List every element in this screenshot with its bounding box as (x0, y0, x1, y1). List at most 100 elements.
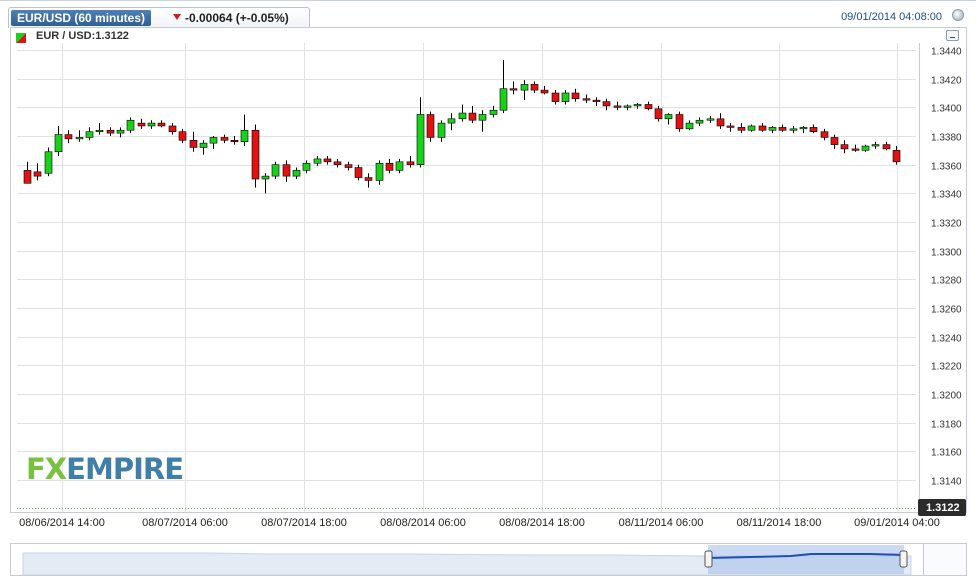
y-tick-label: 1.3420 (931, 76, 962, 87)
candle-body (178, 131, 187, 141)
y-tick-label: 1.3180 (931, 420, 962, 431)
candle-body (364, 177, 373, 181)
candle-body (520, 84, 529, 91)
candle-body (199, 142, 208, 148)
price-plot: 1.3440 1.3420 1.3400 1.3380 1.3360 1.3340 1.33… (17, 43, 966, 529)
candle-body (758, 125, 767, 131)
candle-body (271, 164, 280, 177)
current-price-label: 1.3122 (926, 502, 960, 514)
candle-body (499, 88, 508, 111)
candle-body (354, 167, 363, 178)
candle-body (830, 137, 839, 145)
candle-body (695, 119, 704, 124)
y-tick-label: 1.3220 (931, 362, 962, 373)
candle-body (344, 164, 353, 168)
x-tick-label: 08/07/2014 18:00 (261, 517, 347, 529)
candle-body (716, 118, 725, 127)
candle-body (261, 175, 270, 180)
candle-body (375, 162, 384, 181)
candle-body (799, 127, 808, 130)
navigator-pane[interactable] (10, 543, 924, 576)
candle-body (675, 114, 684, 130)
candle-body (768, 127, 777, 131)
candle-body (95, 129, 104, 132)
candle-body (654, 108, 663, 120)
y-tick-label: 1.3280 (931, 276, 962, 287)
candle-body (33, 171, 42, 177)
navigator-right-handle[interactable] (899, 550, 908, 568)
candle-body (882, 144, 891, 150)
x-tick-label: 08/08/2014 18:00 (499, 517, 585, 529)
candle-body (395, 161, 404, 171)
candle-body (664, 114, 673, 120)
candle-body (302, 162, 311, 171)
y-tick-label: 1.3400 (931, 104, 962, 115)
navigator-svg (22, 545, 912, 576)
candle-body (747, 125, 756, 131)
candle-body (633, 104, 642, 107)
candle-body (726, 125, 735, 128)
candle-body (85, 131, 94, 138)
candle-body (851, 148, 860, 151)
candle-body (468, 112, 477, 121)
candle-body (426, 114, 435, 138)
candle-body (75, 137, 84, 140)
candle-body (44, 151, 53, 174)
x-tick-label: 08/06/2014 14:00 (19, 517, 105, 529)
x-tick-label: 08/07/2014 06:00 (142, 517, 228, 529)
candle-body (437, 122, 446, 138)
candle-body (685, 122, 694, 130)
candle-body (706, 118, 715, 121)
y-tick-label: 1.3320 (931, 219, 962, 230)
candle-body (189, 140, 198, 148)
candle-body (623, 105, 632, 108)
candle-body (292, 170, 301, 177)
y-tick-label: 1.3240 (931, 334, 962, 345)
y-tick-label: 1.3380 (931, 133, 962, 144)
candle-body (571, 92, 580, 100)
y-tick-label: 1.3160 (931, 448, 962, 459)
candle-body (385, 162, 394, 171)
candle-body (126, 119, 135, 131)
x-tick-label: 08/11/2014 06:00 (619, 517, 704, 529)
candle-body (561, 92, 570, 102)
candle-body (168, 125, 177, 133)
y-tick-label: 1.3260 (931, 305, 962, 316)
candle-body (230, 140, 239, 143)
candle-body (602, 101, 611, 107)
y-tick-label: 1.3200 (931, 391, 962, 402)
candle-body (116, 129, 125, 134)
candle-body (582, 98, 591, 101)
x-tick-label: 09/01/2014 04:00 (854, 517, 940, 529)
candle-body (530, 84, 539, 91)
candle-body (64, 134, 73, 140)
candle-body (840, 144, 849, 150)
candle-body (592, 99, 601, 102)
navigator-scroll[interactable] (924, 543, 967, 576)
candle-body (509, 88, 518, 91)
candle-body (282, 164, 291, 177)
y-tick-label: 1.3340 (931, 190, 962, 201)
candle-body (861, 145, 870, 151)
candle-body (54, 134, 63, 153)
navigator-left-handle[interactable] (704, 550, 713, 568)
candle-body (251, 129, 260, 180)
candle-body (778, 127, 787, 131)
candle-body (551, 92, 560, 102)
candle-body (478, 114, 487, 121)
candle-body (416, 114, 425, 165)
candle-body (789, 128, 798, 131)
y-tick-label: 1.3140 (931, 477, 962, 488)
y-tick-label: 1.3440 (931, 47, 962, 58)
candle-body (157, 122, 166, 127)
candle-body (220, 137, 229, 141)
y-tick-label: 1.3360 (931, 162, 962, 173)
candle-body (644, 104, 653, 110)
candle-body (892, 150, 901, 163)
navigator-selection[interactable] (708, 545, 904, 574)
candle-body (106, 129, 115, 134)
candle-body (209, 137, 218, 144)
candle-body (489, 109, 498, 115)
candle-body (820, 131, 829, 138)
candle-body (809, 127, 818, 133)
